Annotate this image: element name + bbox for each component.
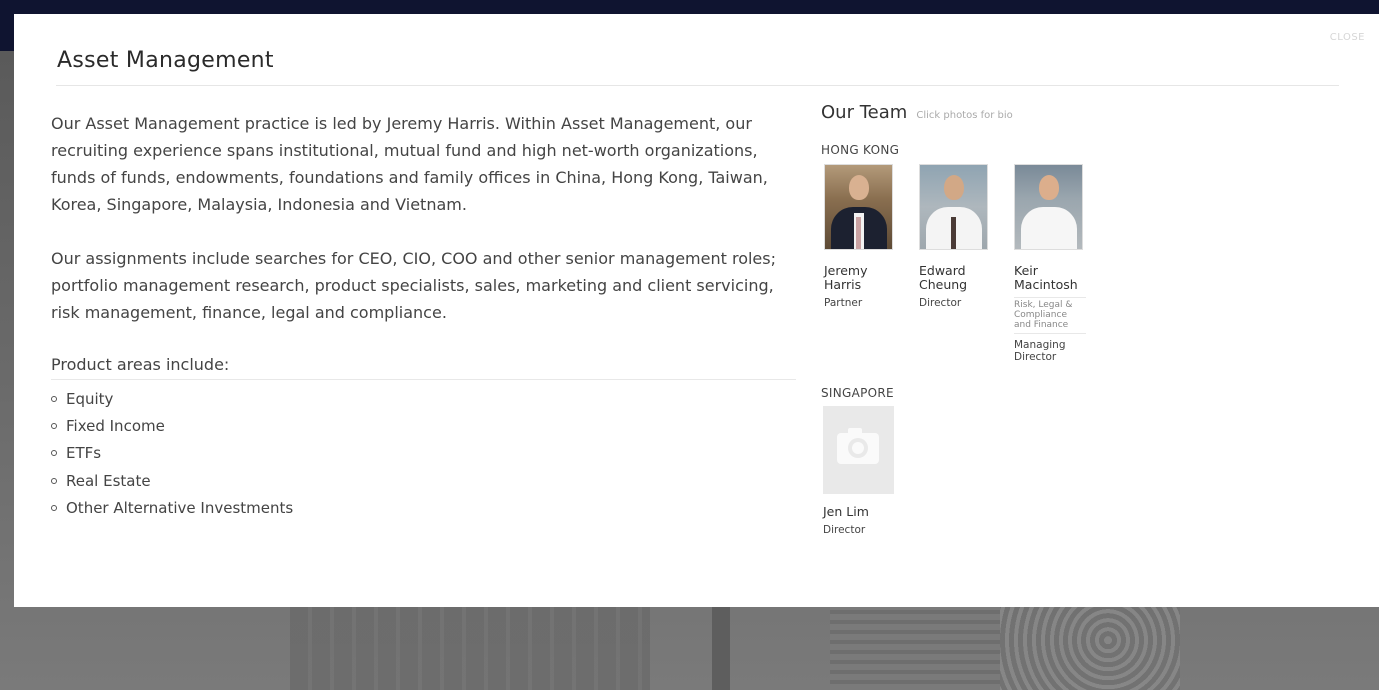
team-title: Our Team <box>821 102 908 123</box>
member-role: Director <box>823 524 866 536</box>
team-member-jen-lim[interactable]: Jen Lim Director <box>823 406 895 536</box>
assignments-paragraph: Our assignments include searches for CEO… <box>51 249 776 322</box>
photo-tie <box>856 217 861 249</box>
background-building <box>290 607 650 690</box>
intro-paragraph: Our Asset Management practice is led by … <box>51 114 768 214</box>
close-button[interactable]: CLOSE <box>1330 32 1365 43</box>
team-member-edward-cheung[interactable]: Edward Cheung Director <box>919 164 991 309</box>
background-tower <box>830 607 1000 690</box>
camera-icon-lens-inner <box>852 442 864 454</box>
team-hint: Click photos for bio <box>916 110 1013 121</box>
member-photo[interactable] <box>824 164 893 250</box>
team-member-jeremy-harris[interactable]: Jeremy Harris Partner <box>824 164 896 309</box>
photo-placeholder[interactable] <box>823 406 894 494</box>
member-role: Partner <box>824 297 863 309</box>
photo-tie <box>951 217 956 249</box>
list-item: Equity <box>51 388 796 415</box>
region-label-singapore: SINGAPORE <box>821 386 894 400</box>
team-heading: Our Team Click photos for bio <box>821 102 1361 123</box>
member-role: Director <box>919 297 962 309</box>
member-name: Edward Cheung <box>919 263 968 292</box>
list-item: Fixed Income <box>51 415 796 442</box>
product-areas-list: Equity Fixed Income ETFs Real Estate Oth… <box>51 388 796 524</box>
background-tower-facade <box>1000 607 1180 690</box>
region-label-hong-kong: HONG KONG <box>821 143 900 157</box>
team-member-keir-macintosh[interactable]: Keir Macintosh Risk, Legal & Compliance … <box>1014 164 1086 363</box>
team-section: Our Team Click photos for bio HONG KONG … <box>821 102 1361 536</box>
member-photo[interactable] <box>1014 164 1083 250</box>
practice-modal: CLOSE Asset Management Our Asset Managem… <box>14 14 1379 607</box>
member-name: Keir Macintosh <box>1014 263 1078 292</box>
member-department: Risk, Legal & Compliance and Finance <box>1014 297 1086 334</box>
title-divider <box>56 85 1339 86</box>
member-photo[interactable] <box>919 164 988 250</box>
photo-head <box>1039 175 1059 200</box>
practice-description: Our Asset Management practice is led by … <box>51 110 796 524</box>
background-pole <box>712 607 730 690</box>
photo-shirt-body <box>1021 207 1077 249</box>
list-item: Real Estate <box>51 470 796 497</box>
list-item: Other Alternative Investments <box>51 497 796 524</box>
modal-title: Asset Management <box>57 48 274 73</box>
member-name: Jeremy Harris <box>824 263 868 292</box>
member-name: Jen Lim <box>823 504 869 519</box>
product-areas-heading: Product areas include: <box>51 353 796 380</box>
list-item: ETFs <box>51 442 796 469</box>
photo-head <box>944 175 964 200</box>
member-role: Managing Director <box>1014 339 1066 363</box>
photo-head <box>849 175 869 200</box>
